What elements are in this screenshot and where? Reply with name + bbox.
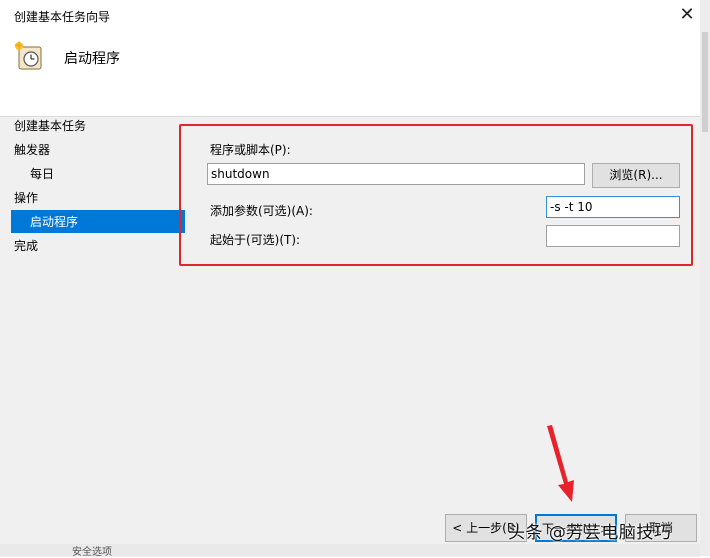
program-input[interactable] <box>207 163 585 185</box>
background-window-edge <box>700 0 710 556</box>
nav-item-daily: 每日 <box>30 167 55 181</box>
start-in-input[interactable] <box>546 225 680 247</box>
arguments-input[interactable] <box>546 196 680 218</box>
nav-item-create-basic-task: 创建基本任务 <box>14 119 87 133</box>
red-arrow-annotation <box>547 425 574 502</box>
task-clock-icon <box>14 40 42 70</box>
page-title: 启动程序 <box>64 51 120 67</box>
nav-item-finish: 完成 <box>14 239 39 253</box>
nav-item-action: 操作 <box>14 191 39 205</box>
arguments-label: 添加参数(可选)(A): <box>210 204 313 218</box>
nav-item-trigger: 触发器 <box>14 143 51 157</box>
wizard-header <box>0 32 710 116</box>
watermark-text: 头条 @芳芸电脑技巧 <box>508 523 672 543</box>
close-icon[interactable]: ✕ <box>674 2 700 28</box>
program-label: 程序或脚本(P): <box>210 143 291 157</box>
window-title: 创建基本任务向导 <box>14 10 111 24</box>
nav-item-start-program: 启动程序 <box>30 215 79 229</box>
start-in-label: 起始于(可选)(T): <box>210 233 301 247</box>
browse-button[interactable]: 浏览(R)... <box>592 163 680 188</box>
